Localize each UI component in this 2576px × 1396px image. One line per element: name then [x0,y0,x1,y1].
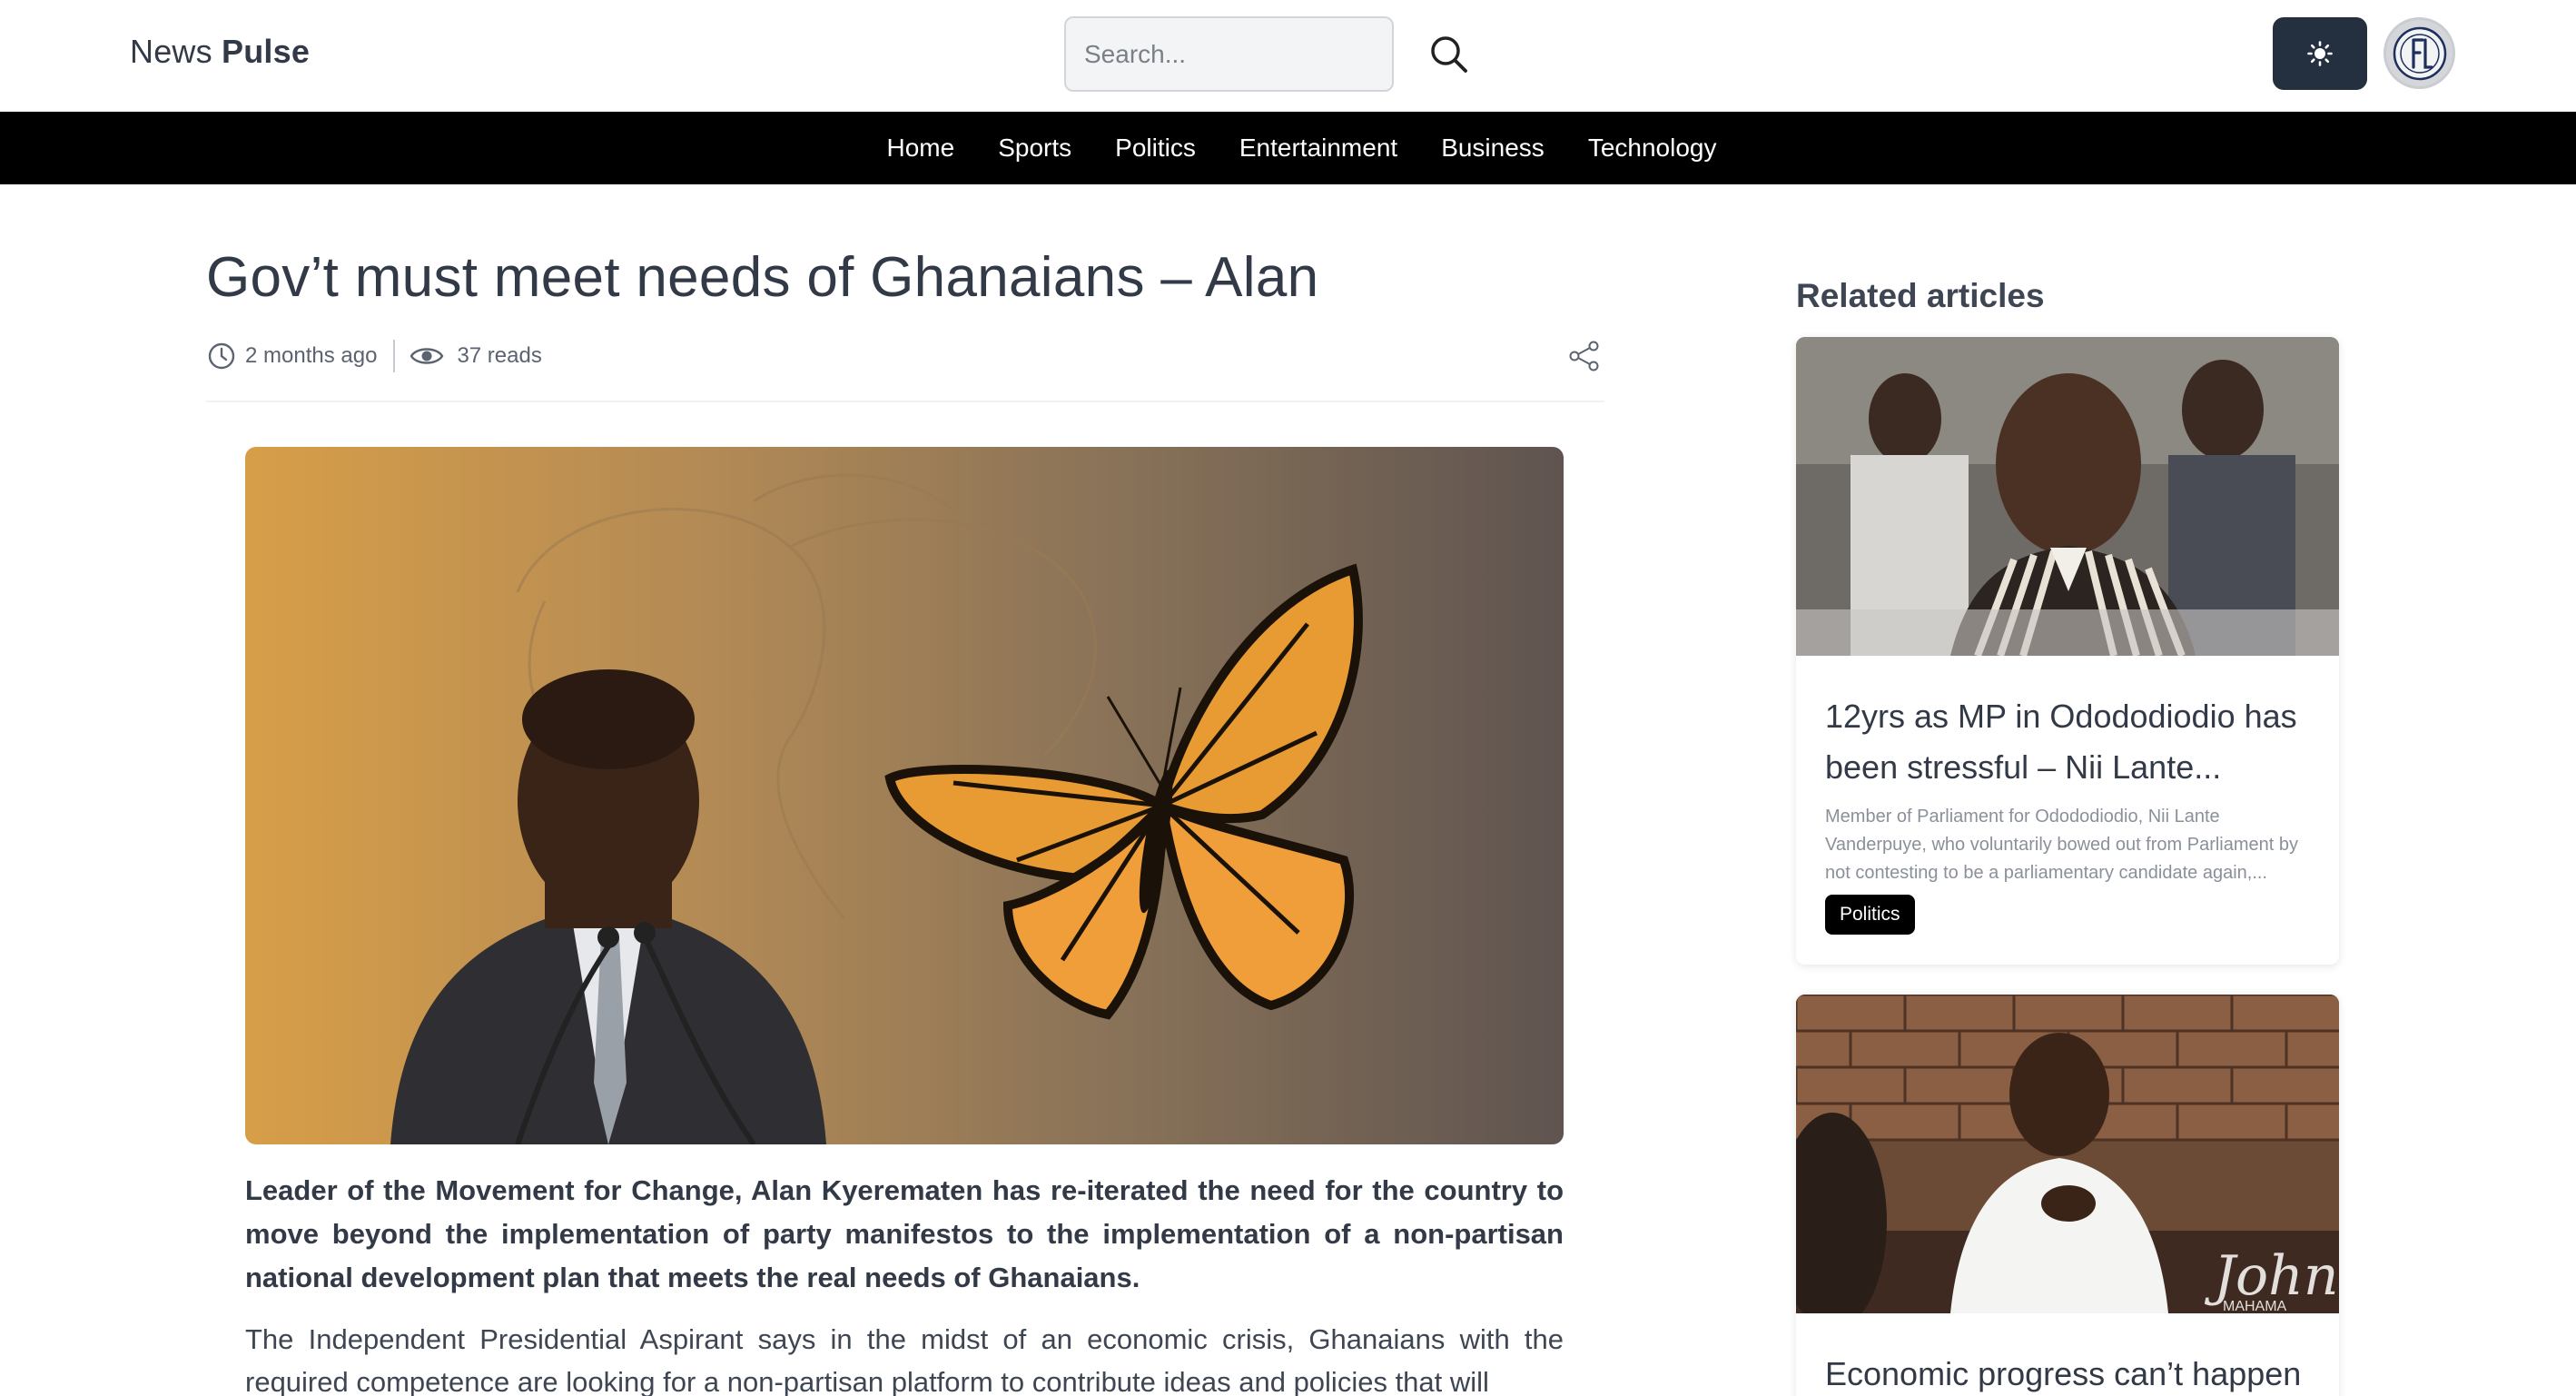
theme-toggle-button[interactable] [2273,17,2367,90]
article-time-ago: 2 months ago [245,343,378,368]
avatar-logo-icon [2393,26,2446,80]
article-meta: 2 months ago 37 reads [207,340,542,372]
meta-divider [393,340,396,372]
logo-light-text: News [130,33,212,70]
related-article-title[interactable]: 12yrs as MP in Odododiodio has been stre… [1825,691,2315,793]
share-icon [1569,341,1599,371]
article-reads: 37 reads [457,343,542,368]
site-header: News Pulse [0,0,2576,112]
sun-icon [2307,41,2333,66]
related-article-excerpt: Member of Parliament for Odododiodio, Ni… [1825,807,2299,883]
related-article-card[interactable]: John MAHAMA Economic progress can’t happ… [1796,995,2339,1396]
share-button[interactable] [1567,340,1602,372]
nav-item-politics[interactable]: Politics [1115,134,1196,163]
related-articles-heading: Related articles [1796,277,2045,314]
nav-item-sports[interactable]: Sports [998,134,1071,163]
article-lead: Leader of the Movement for Change, Alan … [245,1174,1564,1293]
nav-list: Home Sports Politics Entertainment Busin… [0,112,2576,184]
main-nav: Home Sports Politics Entertainment Busin… [0,112,2576,184]
related-article-title[interactable]: Economic progress can’t happen [1825,1349,2315,1396]
clock-icon [208,342,235,370]
hero-image [245,447,1564,1144]
eye-icon [410,348,444,364]
user-avatar[interactable] [2384,17,2455,89]
nav-item-technology[interactable]: Technology [1588,134,1717,163]
site-logo[interactable]: News Pulse [130,33,310,71]
category-badge[interactable]: Politics [1825,895,1915,935]
nav-item-home[interactable]: Home [887,134,955,163]
related-article-image [1796,337,2339,656]
related-article-image: John MAHAMA [1796,995,2339,1313]
nav-item-entertainment[interactable]: Entertainment [1239,134,1397,163]
search-input[interactable] [1064,16,1394,92]
meta-divider-rule [206,401,1604,402]
search-button[interactable] [1426,31,1473,78]
nav-item-business[interactable]: Business [1441,134,1545,163]
article-title: Gov’t must meet needs of Ghanaians – Ala… [206,246,1319,309]
related-article-card[interactable]: 12yrs as MP in Odododiodio has been stre… [1796,337,2339,965]
article-paragraph: The Independent Presidential Aspirant sa… [245,1323,1564,1396]
logo-bold-text: Pulse [222,33,311,70]
search-icon [1431,36,1467,73]
card-watermark-surname: MAHAMA [2223,1299,2287,1313]
